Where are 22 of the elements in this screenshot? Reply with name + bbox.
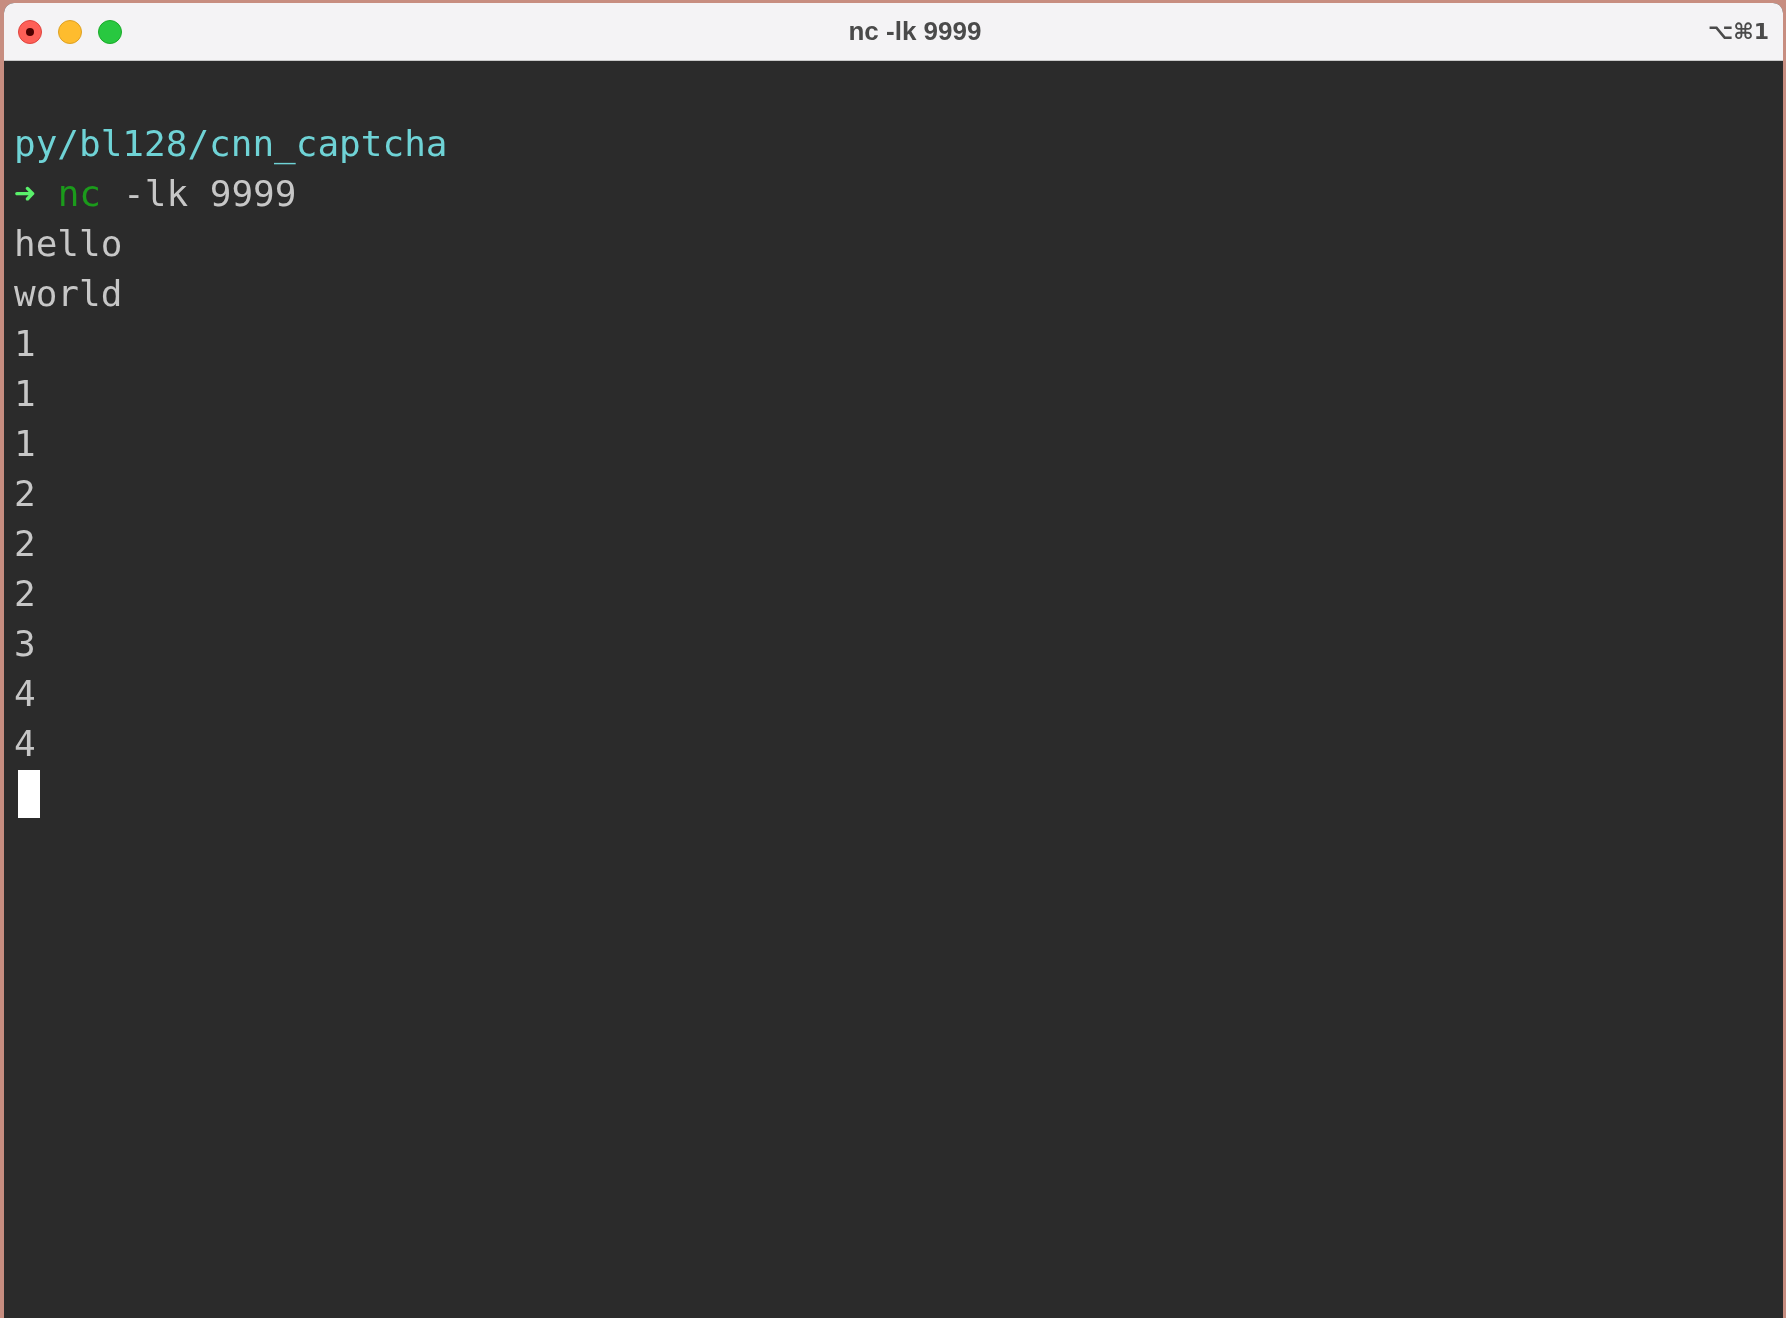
prompt-arrow: ➜ [14, 172, 36, 216]
text-cursor [18, 770, 40, 818]
output-line: hello [14, 222, 123, 266]
output-line: 1 [14, 422, 36, 466]
minimize-button[interactable] [58, 19, 82, 44]
close-icon [26, 27, 34, 36]
close-button[interactable] [18, 19, 42, 44]
output-line: 1 [14, 322, 36, 366]
output-line: 2 [14, 572, 36, 616]
output-line: 4 [14, 722, 36, 766]
command-arguments: -lk 9999 [123, 172, 297, 216]
output-line: world [14, 272, 123, 316]
output-line: 2 [14, 472, 36, 516]
output-line: 1 [14, 372, 36, 416]
output-line: 2 [14, 522, 36, 566]
output-line: 4 [14, 672, 36, 716]
output-line: 3 [14, 622, 36, 666]
shortcut-label: ⌥⌘1 [1707, 18, 1769, 46]
zoom-button[interactable] [98, 19, 122, 44]
window-title: nc -lk 9999 [848, 15, 982, 48]
command-name: nc [57, 172, 102, 216]
directory-path: py/bl128/cnn_captcha [14, 122, 448, 167]
